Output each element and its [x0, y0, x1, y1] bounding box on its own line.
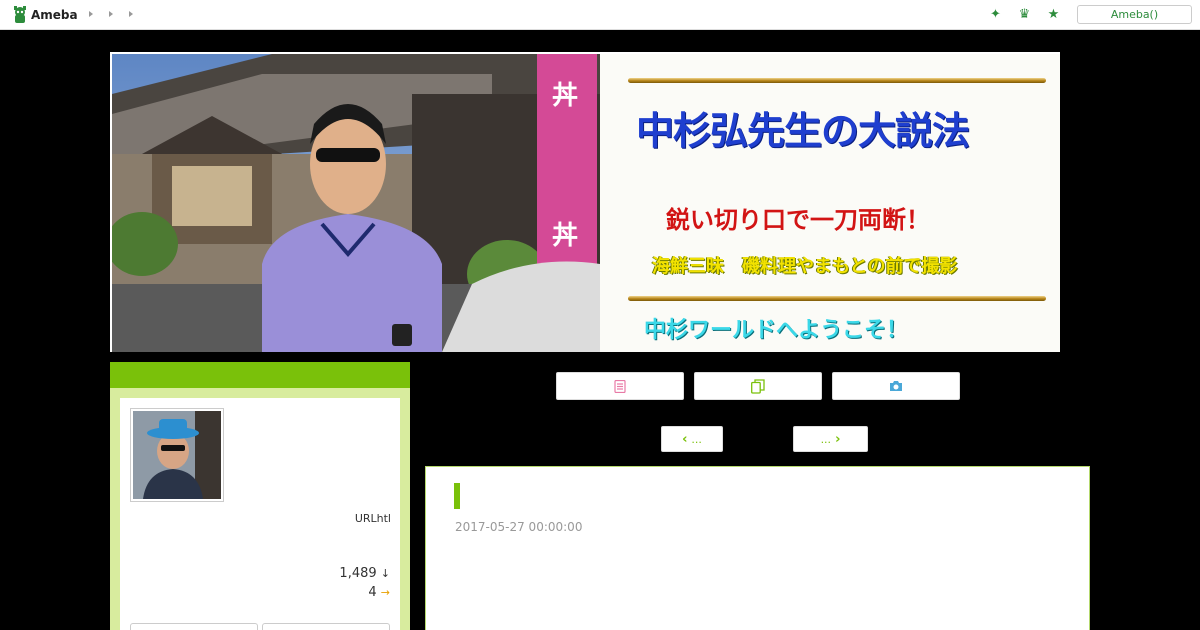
gold-divider-bottom	[628, 296, 1046, 301]
banner-title: 中杉弘先生の大説法	[636, 108, 970, 153]
next-entry-label: ...	[820, 432, 832, 446]
sidebar-header	[110, 362, 410, 388]
ranking-count-value: 4	[368, 585, 377, 600]
sidebar-button-right[interactable]	[262, 623, 390, 630]
ameba-mascot-icon	[12, 6, 28, 24]
profile-url-text[interactable]: URLhtl	[300, 512, 391, 525]
next-entry-button[interactable]: ... ›	[793, 426, 868, 452]
chevron-left-icon: ‹	[682, 431, 688, 447]
gold-divider-top	[628, 78, 1046, 83]
sparkle-icon[interactable]: ✦	[988, 7, 1003, 22]
chevron-right-icon[interactable]	[108, 9, 114, 19]
prev-entry-label: ...	[691, 432, 702, 446]
follower-count: 1,489 ↓	[280, 566, 390, 581]
article-date: 2017-05-27 00:00:00	[455, 520, 583, 534]
tab-photos[interactable]	[832, 372, 960, 400]
star-icon[interactable]: ★	[1046, 7, 1061, 22]
banner-subtitle-1: 鋭い切り口で一刀両断！	[666, 205, 930, 234]
follower-count-value: 1,489	[339, 566, 377, 581]
crown-icon[interactable]: ♛	[1017, 7, 1032, 22]
header-icons: ✦ ♛ ★	[988, 7, 1061, 22]
svg-text:丼: 丼	[552, 221, 578, 251]
article-panel	[425, 466, 1090, 630]
document-icon	[614, 379, 626, 393]
banner-title-panel: 中杉弘先生の大説法 鋭い切り口で一刀両断！ 海鮮三昧 磯料理やまもとの前で撮影 …	[600, 54, 1060, 352]
ranking-count: 4 →	[280, 585, 390, 600]
article-title-accent	[454, 483, 460, 509]
arrow-right-icon: →	[380, 586, 390, 599]
avatar[interactable]	[130, 408, 224, 502]
camera-icon	[890, 381, 902, 391]
top-header-bar: Ameba ✦ ♛ ★ Ameba()	[0, 0, 1200, 30]
prev-entry-button[interactable]: ‹ ...	[661, 426, 723, 452]
arrow-down-icon: ↓	[380, 567, 390, 580]
ameba-logo[interactable]: Ameba	[12, 6, 78, 24]
copy-icon	[751, 378, 765, 394]
tab-entries[interactable]	[556, 372, 684, 400]
sidebar-button-left[interactable]	[130, 623, 258, 630]
blog-header-banner[interactable]: 丼 丼 中杉弘先生の大説法 鋭い切り口で一刀両断！ 海鮮三昧 磯料理やまもとの前…	[110, 52, 1060, 352]
banner-photo: 丼 丼	[112, 54, 600, 352]
svg-text:丼: 丼	[552, 81, 578, 111]
chevron-right-icon: ›	[835, 431, 841, 447]
chevron-right-icon[interactable]	[88, 9, 94, 19]
header-nav	[88, 9, 134, 19]
logo-text: Ameba	[31, 8, 78, 22]
chevron-right-icon[interactable]	[128, 9, 134, 19]
ameba-account-button[interactable]: Ameba()	[1077, 5, 1192, 24]
banner-subtitle-2: 海鮮三昧 磯料理やまもとの前で撮影	[652, 256, 958, 277]
tab-themes[interactable]	[694, 372, 822, 400]
banner-subtitle-3: 中杉ワールドへようこそ！	[644, 318, 909, 343]
